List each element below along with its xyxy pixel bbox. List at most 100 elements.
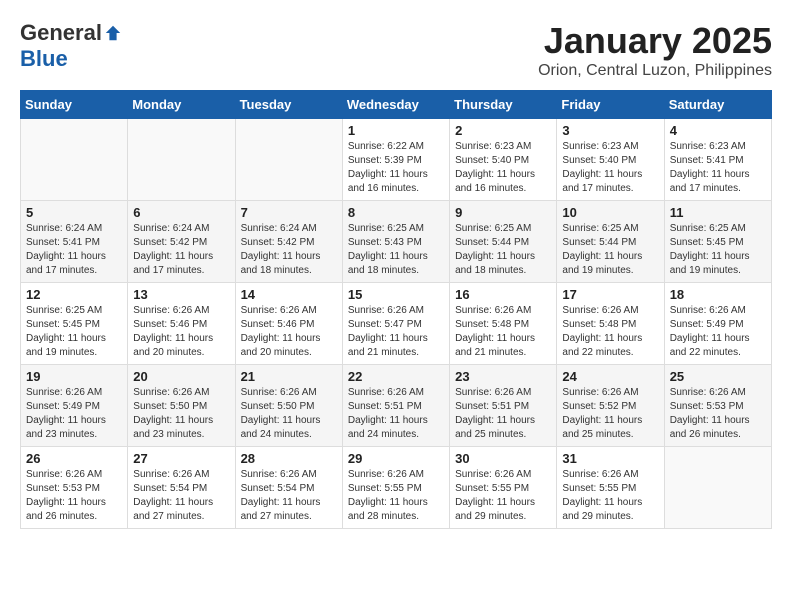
calendar-cell: 9Sunrise: 6:25 AMSunset: 5:44 PMDaylight… xyxy=(450,201,557,283)
logo-icon xyxy=(104,24,122,42)
day-number: 25 xyxy=(670,369,766,384)
calendar-cell: 3 Sunrise: 6:23 AMSunset: 5:40 PMDaylight… xyxy=(557,119,664,201)
calendar-cell: 10 Sunrise: 6:25 AMSunset: 5:44 PMDayligh… xyxy=(557,201,664,283)
day-number: 8 xyxy=(348,205,444,220)
day-number: 27 xyxy=(133,451,229,466)
day-info: Sunrise: 6:26 AMSunset: 5:49 PMDaylight:… xyxy=(670,304,766,360)
calendar-cell: 22 Sunrise: 6:26 AMSunset: 5:51 PMDayligh… xyxy=(342,365,449,447)
location-title: Orion, Central Luzon, Philippines xyxy=(538,62,772,80)
day-info: Sunrise: 6:25 AMSunset: 5:44 PMDaylight:… xyxy=(562,222,658,278)
day-info: Sunrise: 6:26 AMSunset: 5:48 PMDaylight:… xyxy=(562,304,658,360)
calendar-cell: 21 Sunrise: 6:26 AMSunset: 5:50 PMDayligh… xyxy=(235,365,342,447)
day-number: 19 xyxy=(26,369,122,384)
day-number: 5 xyxy=(26,205,122,220)
calendar-week-row: 26 Sunrise: 6:26 AMSunset: 5:53 PMDayligh… xyxy=(21,447,772,529)
calendar-table: SundayMondayTuesdayWednesdayThursdayFrid… xyxy=(20,90,772,529)
day-info: Sunrise: 6:26 AMSunset: 5:46 PMDaylight:… xyxy=(241,304,337,360)
day-info: Sunrise: 6:26 AMSunset: 5:51 PMDaylight:… xyxy=(348,386,444,442)
logo-blue-text: Blue xyxy=(20,46,68,71)
day-number: 15 xyxy=(348,287,444,302)
day-info: Sunrise: 6:26 AMSunset: 5:46 PMDaylight:… xyxy=(133,304,229,360)
day-number: 11 xyxy=(670,205,766,220)
weekday-header-thursday: Thursday xyxy=(450,91,557,119)
logo-general-text: General xyxy=(20,20,102,46)
day-info: Sunrise: 6:25 AMSunset: 5:45 PMDaylight:… xyxy=(26,304,122,360)
calendar-week-row: 19 Sunrise: 6:26 AMSunset: 5:49 PMDayligh… xyxy=(21,365,772,447)
calendar-cell: 18 Sunrise: 6:26 AMSunset: 5:49 PMDayligh… xyxy=(664,283,771,365)
calendar-cell: 30 Sunrise: 6:26 AMSunset: 5:55 PMDayligh… xyxy=(450,447,557,529)
calendar-cell: 19 Sunrise: 6:26 AMSunset: 5:49 PMDayligh… xyxy=(21,365,128,447)
day-number: 24 xyxy=(562,369,658,384)
day-number: 3 xyxy=(562,123,658,138)
day-number: 10 xyxy=(562,205,658,220)
day-info: Sunrise: 6:26 AMSunset: 5:48 PMDaylight:… xyxy=(455,304,551,360)
calendar-week-row: 5 Sunrise: 6:24 AMSunset: 5:41 PMDaylight… xyxy=(21,201,772,283)
calendar-cell: 26 Sunrise: 6:26 AMSunset: 5:53 PMDayligh… xyxy=(21,447,128,529)
day-info: Sunrise: 6:23 AMSunset: 5:40 PMDaylight:… xyxy=(562,140,658,196)
calendar-cell: 1Sunrise: 6:22 AMSunset: 5:39 PMDaylight… xyxy=(342,119,449,201)
weekday-header-friday: Friday xyxy=(557,91,664,119)
day-info: Sunrise: 6:26 AMSunset: 5:55 PMDaylight:… xyxy=(562,468,658,524)
day-info: Sunrise: 6:26 AMSunset: 5:50 PMDaylight:… xyxy=(133,386,229,442)
day-number: 16 xyxy=(455,287,551,302)
calendar-cell xyxy=(664,447,771,529)
day-number: 18 xyxy=(670,287,766,302)
calendar-cell: 31 Sunrise: 6:26 AMSunset: 5:55 PMDayligh… xyxy=(557,447,664,529)
day-info: Sunrise: 6:26 AMSunset: 5:47 PMDaylight:… xyxy=(348,304,444,360)
day-number: 30 xyxy=(455,451,551,466)
calendar-cell: 15 Sunrise: 6:26 AMSunset: 5:47 PMDayligh… xyxy=(342,283,449,365)
calendar-cell: 2Sunrise: 6:23 AMSunset: 5:40 PMDaylight… xyxy=(450,119,557,201)
day-info: Sunrise: 6:26 AMSunset: 5:53 PMDaylight:… xyxy=(26,468,122,524)
weekday-header-monday: Monday xyxy=(128,91,235,119)
day-info: Sunrise: 6:26 AMSunset: 5:55 PMDaylight:… xyxy=(455,468,551,524)
day-number: 17 xyxy=(562,287,658,302)
day-number: 26 xyxy=(26,451,122,466)
day-number: 22 xyxy=(348,369,444,384)
weekday-header-saturday: Saturday xyxy=(664,91,771,119)
calendar-cell: 14 Sunrise: 6:26 AMSunset: 5:46 PMDayligh… xyxy=(235,283,342,365)
day-info: Sunrise: 6:26 AMSunset: 5:53 PMDaylight:… xyxy=(670,386,766,442)
calendar-cell: 27 Sunrise: 6:26 AMSunset: 5:54 PMDayligh… xyxy=(128,447,235,529)
day-number: 1 xyxy=(348,123,444,138)
calendar-cell: 8 Sunrise: 6:25 AMSunset: 5:43 PMDaylight… xyxy=(342,201,449,283)
day-info: Sunrise: 6:26 AMSunset: 5:50 PMDaylight:… xyxy=(241,386,337,442)
calendar-cell: 29Sunrise: 6:26 AMSunset: 5:55 PMDayligh… xyxy=(342,447,449,529)
day-number: 14 xyxy=(241,287,337,302)
calendar-cell: 5 Sunrise: 6:24 AMSunset: 5:41 PMDaylight… xyxy=(21,201,128,283)
day-number: 31 xyxy=(562,451,658,466)
calendar-cell: 17 Sunrise: 6:26 AMSunset: 5:48 PMDayligh… xyxy=(557,283,664,365)
calendar-week-row: 12Sunrise: 6:25 AMSunset: 5:45 PMDayligh… xyxy=(21,283,772,365)
logo: General Blue xyxy=(20,20,122,72)
header: General Blue January 2025 Orion, Central… xyxy=(20,20,772,80)
calendar-cell: 13Sunrise: 6:26 AMSunset: 5:46 PMDayligh… xyxy=(128,283,235,365)
calendar-cell: 16 Sunrise: 6:26 AMSunset: 5:48 PMDayligh… xyxy=(450,283,557,365)
calendar-cell xyxy=(235,119,342,201)
weekday-header-tuesday: Tuesday xyxy=(235,91,342,119)
weekday-header-row: SundayMondayTuesdayWednesdayThursdayFrid… xyxy=(21,91,772,119)
weekday-header-wednesday: Wednesday xyxy=(342,91,449,119)
day-number: 6 xyxy=(133,205,229,220)
day-info: Sunrise: 6:24 AMSunset: 5:42 PMDaylight:… xyxy=(133,222,229,278)
day-info: Sunrise: 6:25 AMSunset: 5:45 PMDaylight:… xyxy=(670,222,766,278)
day-info: Sunrise: 6:25 AMSunset: 5:43 PMDaylight:… xyxy=(348,222,444,278)
day-info: Sunrise: 6:24 AMSunset: 5:42 PMDaylight:… xyxy=(241,222,337,278)
day-number: 21 xyxy=(241,369,337,384)
day-info: Sunrise: 6:23 AMSunset: 5:41 PMDaylight:… xyxy=(670,140,766,196)
calendar-cell: 6 Sunrise: 6:24 AMSunset: 5:42 PMDaylight… xyxy=(128,201,235,283)
day-number: 20 xyxy=(133,369,229,384)
day-number: 28 xyxy=(241,451,337,466)
day-info: Sunrise: 6:26 AMSunset: 5:51 PMDaylight:… xyxy=(455,386,551,442)
day-info: Sunrise: 6:26 AMSunset: 5:55 PMDaylight:… xyxy=(348,468,444,524)
day-number: 7 xyxy=(241,205,337,220)
weekday-header-sunday: Sunday xyxy=(21,91,128,119)
day-info: Sunrise: 6:26 AMSunset: 5:49 PMDaylight:… xyxy=(26,386,122,442)
day-number: 4 xyxy=(670,123,766,138)
day-info: Sunrise: 6:25 AMSunset: 5:44 PMDaylight:… xyxy=(455,222,551,278)
day-info: Sunrise: 6:26 AMSunset: 5:54 PMDaylight:… xyxy=(133,468,229,524)
calendar-cell xyxy=(21,119,128,201)
calendar-cell: 24Sunrise: 6:26 AMSunset: 5:52 PMDayligh… xyxy=(557,365,664,447)
calendar-cell: 11 Sunrise: 6:25 AMSunset: 5:45 PMDayligh… xyxy=(664,201,771,283)
day-info: Sunrise: 6:24 AMSunset: 5:41 PMDaylight:… xyxy=(26,222,122,278)
calendar-cell: 25 Sunrise: 6:26 AMSunset: 5:53 PMDayligh… xyxy=(664,365,771,447)
calendar-week-row: 1Sunrise: 6:22 AMSunset: 5:39 PMDaylight… xyxy=(21,119,772,201)
